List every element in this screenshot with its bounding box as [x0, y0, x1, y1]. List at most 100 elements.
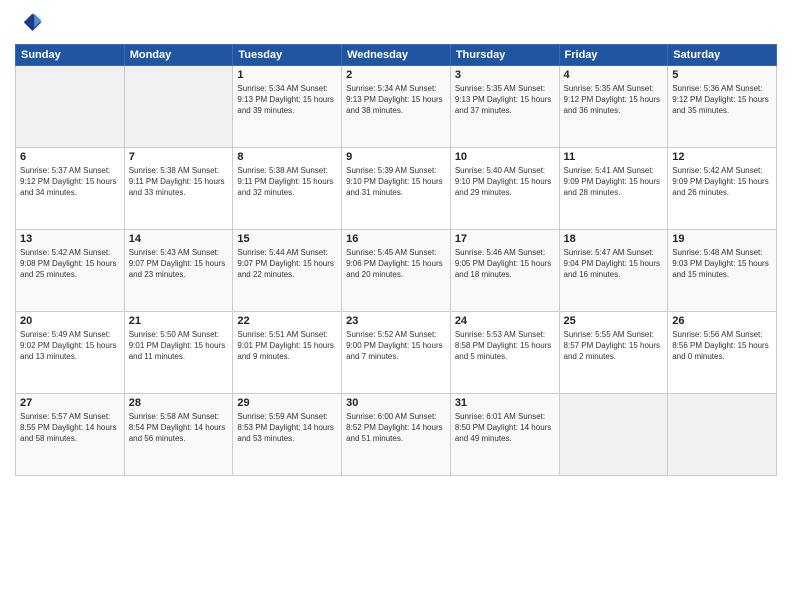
- day-detail: Sunrise: 5:37 AM Sunset: 9:12 PM Dayligh…: [20, 165, 120, 199]
- day-number: 17: [455, 233, 555, 245]
- calendar-cell: [668, 394, 777, 476]
- calendar-cell: 10 Sunrise: 5:40 AM Sunset: 9:10 PM Dayli…: [450, 148, 559, 230]
- day-number: 22: [237, 315, 337, 327]
- day-detail: Sunrise: 5:34 AM Sunset: 9:13 PM Dayligh…: [346, 83, 446, 117]
- calendar-cell: 18Sunrise: 5:47 AM Sunset: 9:04 PM Dayli…: [559, 230, 668, 312]
- day-number: 15: [237, 233, 337, 245]
- day-number: 29: [237, 397, 337, 409]
- day-number: 2: [346, 69, 446, 81]
- calendar-cell: 6 Sunrise: 5:37 AM Sunset: 9:12 PM Daylig…: [16, 148, 125, 230]
- day-number: 25: [564, 315, 664, 327]
- day-detail: Sunrise: 5:52 AM Sunset: 9:00 PM Dayligh…: [346, 329, 446, 363]
- calendar-week-row: 6 Sunrise: 5:37 AM Sunset: 9:12 PM Daylig…: [16, 148, 777, 230]
- day-detail: Sunrise: 5:42 AM Sunset: 9:08 PM Dayligh…: [20, 247, 120, 281]
- page: SundayMondayTuesdayWednesdayThursdayFrid…: [0, 0, 792, 612]
- day-detail: Sunrise: 5:55 AM Sunset: 8:57 PM Dayligh…: [564, 329, 664, 363]
- day-number: 6: [20, 151, 120, 163]
- day-detail: Sunrise: 5:44 AM Sunset: 9:07 PM Dayligh…: [237, 247, 337, 281]
- calendar-cell: 16Sunrise: 5:45 AM Sunset: 9:06 PM Dayli…: [342, 230, 451, 312]
- day-number: 20: [20, 315, 120, 327]
- calendar-cell: 4 Sunrise: 5:35 AM Sunset: 9:12 PM Daylig…: [559, 66, 668, 148]
- day-detail: Sunrise: 5:42 AM Sunset: 9:09 PM Dayligh…: [672, 165, 772, 199]
- day-number: 27: [20, 397, 120, 409]
- calendar-cell: 15 Sunrise: 5:44 AM Sunset: 9:07 PM Dayli…: [233, 230, 342, 312]
- day-detail: Sunrise: 5:51 AM Sunset: 9:01 PM Dayligh…: [237, 329, 337, 363]
- day-number: 21: [129, 315, 229, 327]
- calendar-cell: 5 Sunrise: 5:36 AM Sunset: 9:12 PM Daylig…: [668, 66, 777, 148]
- calendar-cell: 3Sunrise: 5:35 AM Sunset: 9:13 PM Daylig…: [450, 66, 559, 148]
- day-number: 1: [237, 69, 337, 81]
- calendar-header-day: Tuesday: [233, 45, 342, 66]
- day-number: 9: [346, 151, 446, 163]
- calendar-header-day: Monday: [124, 45, 233, 66]
- calendar-cell: 17 Sunrise: 5:46 AM Sunset: 9:05 PM Dayli…: [450, 230, 559, 312]
- calendar-cell: 2 Sunrise: 5:34 AM Sunset: 9:13 PM Daylig…: [342, 66, 451, 148]
- day-detail: Sunrise: 5:47 AM Sunset: 9:04 PM Dayligh…: [564, 247, 664, 281]
- calendar-cell: 26Sunrise: 5:56 AM Sunset: 8:56 PM Dayli…: [668, 312, 777, 394]
- calendar-week-row: 1 Sunrise: 5:34 AM Sunset: 9:13 PM Daylig…: [16, 66, 777, 148]
- calendar-cell: 20 Sunrise: 5:49 AM Sunset: 9:02 PM Dayli…: [16, 312, 125, 394]
- day-detail: Sunrise: 5:58 AM Sunset: 8:54 PM Dayligh…: [129, 411, 229, 445]
- day-number: 8: [237, 151, 337, 163]
- calendar-cell: 29 Sunrise: 5:59 AM Sunset: 8:53 PM Dayli…: [233, 394, 342, 476]
- calendar-cell: 24 Sunrise: 5:53 AM Sunset: 8:58 PM Dayli…: [450, 312, 559, 394]
- day-detail: Sunrise: 5:57 AM Sunset: 8:55 PM Dayligh…: [20, 411, 120, 445]
- day-detail: Sunrise: 5:59 AM Sunset: 8:53 PM Dayligh…: [237, 411, 337, 445]
- day-number: 14: [129, 233, 229, 245]
- day-detail: Sunrise: 5:38 AM Sunset: 9:11 PM Dayligh…: [129, 165, 229, 199]
- day-number: 13: [20, 233, 120, 245]
- calendar-header-day: Thursday: [450, 45, 559, 66]
- calendar-cell: 14 Sunrise: 5:43 AM Sunset: 9:07 PM Dayli…: [124, 230, 233, 312]
- day-detail: Sunrise: 6:01 AM Sunset: 8:50 PM Dayligh…: [455, 411, 555, 445]
- calendar-cell: 27 Sunrise: 5:57 AM Sunset: 8:55 PM Dayli…: [16, 394, 125, 476]
- day-detail: Sunrise: 5:43 AM Sunset: 9:07 PM Dayligh…: [129, 247, 229, 281]
- day-number: 4: [564, 69, 664, 81]
- day-detail: Sunrise: 5:50 AM Sunset: 9:01 PM Dayligh…: [129, 329, 229, 363]
- calendar-week-row: 27 Sunrise: 5:57 AM Sunset: 8:55 PM Dayli…: [16, 394, 777, 476]
- calendar-cell: 21 Sunrise: 5:50 AM Sunset: 9:01 PM Dayli…: [124, 312, 233, 394]
- day-detail: Sunrise: 5:48 AM Sunset: 9:03 PM Dayligh…: [672, 247, 772, 281]
- calendar-header-day: Friday: [559, 45, 668, 66]
- day-detail: Sunrise: 5:46 AM Sunset: 9:05 PM Dayligh…: [455, 247, 555, 281]
- day-number: 19: [672, 233, 772, 245]
- calendar-cell: 11Sunrise: 5:41 AM Sunset: 9:09 PM Dayli…: [559, 148, 668, 230]
- calendar-cell: [559, 394, 668, 476]
- day-number: 24: [455, 315, 555, 327]
- day-detail: Sunrise: 6:00 AM Sunset: 8:52 PM Dayligh…: [346, 411, 446, 445]
- calendar-table: SundayMondayTuesdayWednesdayThursdayFrid…: [15, 44, 777, 476]
- calendar-cell: 9 Sunrise: 5:39 AM Sunset: 9:10 PM Daylig…: [342, 148, 451, 230]
- calendar-header-day: Saturday: [668, 45, 777, 66]
- day-detail: Sunrise: 5:56 AM Sunset: 8:56 PM Dayligh…: [672, 329, 772, 363]
- calendar-cell: 28Sunrise: 5:58 AM Sunset: 8:54 PM Dayli…: [124, 394, 233, 476]
- day-detail: Sunrise: 5:36 AM Sunset: 9:12 PM Dayligh…: [672, 83, 772, 117]
- calendar-cell: 7 Sunrise: 5:38 AM Sunset: 9:11 PM Daylig…: [124, 148, 233, 230]
- calendar-header-row: SundayMondayTuesdayWednesdayThursdayFrid…: [16, 45, 777, 66]
- calendar-cell: 8Sunrise: 5:38 AM Sunset: 9:11 PM Daylig…: [233, 148, 342, 230]
- calendar-cell: [16, 66, 125, 148]
- calendar-header-day: Wednesday: [342, 45, 451, 66]
- day-detail: Sunrise: 5:39 AM Sunset: 9:10 PM Dayligh…: [346, 165, 446, 199]
- day-detail: Sunrise: 5:49 AM Sunset: 9:02 PM Dayligh…: [20, 329, 120, 363]
- day-detail: Sunrise: 5:53 AM Sunset: 8:58 PM Dayligh…: [455, 329, 555, 363]
- calendar-header-day: Sunday: [16, 45, 125, 66]
- day-detail: Sunrise: 5:35 AM Sunset: 9:12 PM Dayligh…: [564, 83, 664, 117]
- day-number: 12: [672, 151, 772, 163]
- day-number: 31: [455, 397, 555, 409]
- calendar-cell: 1 Sunrise: 5:34 AM Sunset: 9:13 PM Daylig…: [233, 66, 342, 148]
- day-number: 30: [346, 397, 446, 409]
- day-number: 7: [129, 151, 229, 163]
- day-number: 16: [346, 233, 446, 245]
- logo-icon: [15, 10, 43, 38]
- calendar-cell: 25 Sunrise: 5:55 AM Sunset: 8:57 PM Dayli…: [559, 312, 668, 394]
- calendar-cell: 31 Sunrise: 6:01 AM Sunset: 8:50 PM Dayli…: [450, 394, 559, 476]
- day-detail: Sunrise: 5:40 AM Sunset: 9:10 PM Dayligh…: [455, 165, 555, 199]
- header: [15, 10, 777, 38]
- day-detail: Sunrise: 5:34 AM Sunset: 9:13 PM Dayligh…: [237, 83, 337, 117]
- day-detail: Sunrise: 5:35 AM Sunset: 9:13 PM Dayligh…: [455, 83, 555, 117]
- day-number: 10: [455, 151, 555, 163]
- calendar-cell: 13 Sunrise: 5:42 AM Sunset: 9:08 PM Dayli…: [16, 230, 125, 312]
- calendar-cell: 19 Sunrise: 5:48 AM Sunset: 9:03 PM Dayli…: [668, 230, 777, 312]
- day-number: 5: [672, 69, 772, 81]
- calendar-cell: 22 Sunrise: 5:51 AM Sunset: 9:01 PM Dayli…: [233, 312, 342, 394]
- calendar-cell: 23Sunrise: 5:52 AM Sunset: 9:00 PM Dayli…: [342, 312, 451, 394]
